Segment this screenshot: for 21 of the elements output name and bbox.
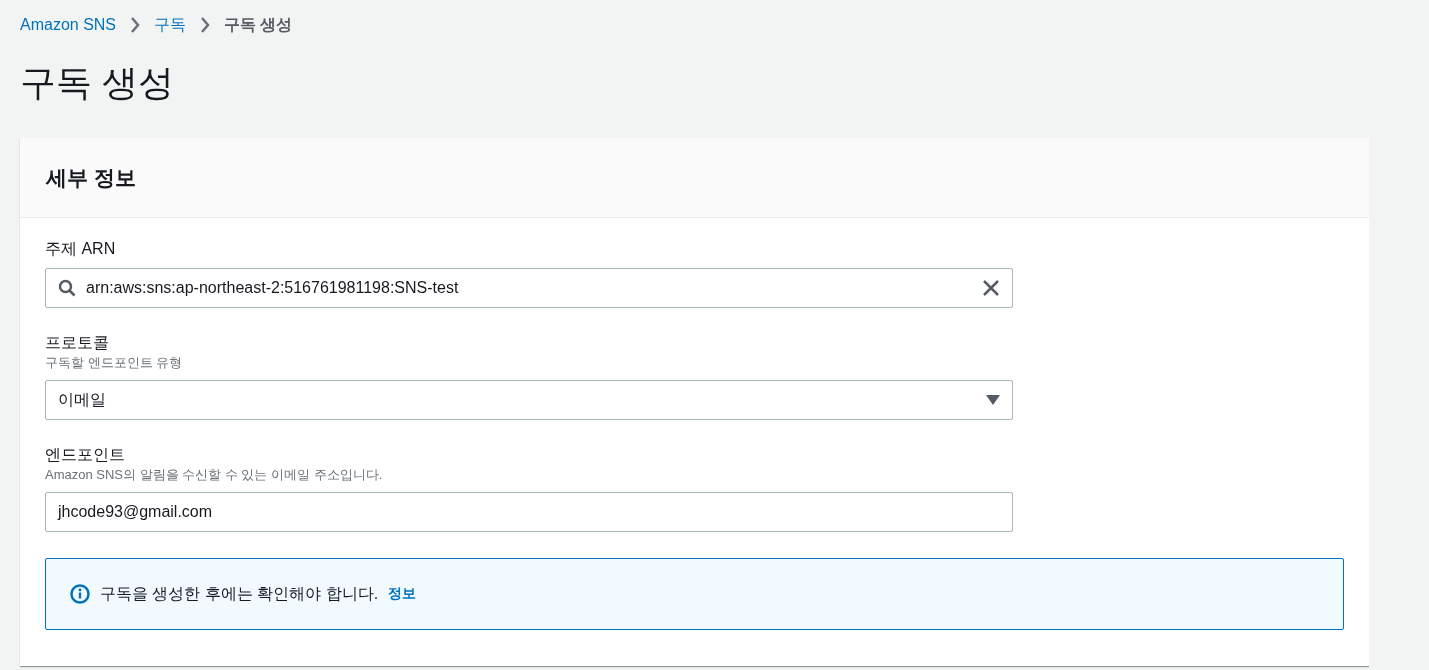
- breadcrumb-link[interactable]: Amazon SNS: [20, 16, 117, 34]
- field-description: 구독할 엔드포인트 유형: [45, 354, 184, 372]
- search-field[interactable]: arn:aws:sns:ap-northeast-2:516761981198:SNS-test: [45, 268, 1013, 308]
- protocol-dropdown[interactable]: 이메일: [45, 380, 1013, 420]
- field-label: 엔드포인트: [45, 445, 126, 465]
- info-message: 구독을 생성한 후에는 확인해야 합니다.: [100, 583, 379, 604]
- clear-button[interactable]: [982, 279, 1000, 297]
- info-icon: [70, 584, 90, 604]
- field-description: Amazon SNS의 알림을 수신할 수 있는 이메일 주소입니다.: [45, 466, 384, 484]
- breadcrumb-current[interactable]: 구독 생성: [224, 14, 293, 36]
- info-link[interactable]: 정보: [388, 585, 417, 603]
- chevron-right-icon: [200, 17, 211, 33]
- search-icon: [58, 279, 76, 297]
- panel-title: 세부 정보: [46, 164, 136, 191]
- field-label: 주제 ARN: [45, 239, 117, 259]
- page-title: 구독 생성: [20, 61, 175, 105]
- breadcrumb-link[interactable]: 구독: [154, 14, 187, 36]
- input-field[interactable]: jhcode93@gmail.com: [45, 492, 1013, 532]
- chevron-right-icon: [130, 17, 141, 33]
- field-label: 프로토콜: [45, 333, 110, 353]
- caret-down-icon: [986, 395, 1000, 405]
